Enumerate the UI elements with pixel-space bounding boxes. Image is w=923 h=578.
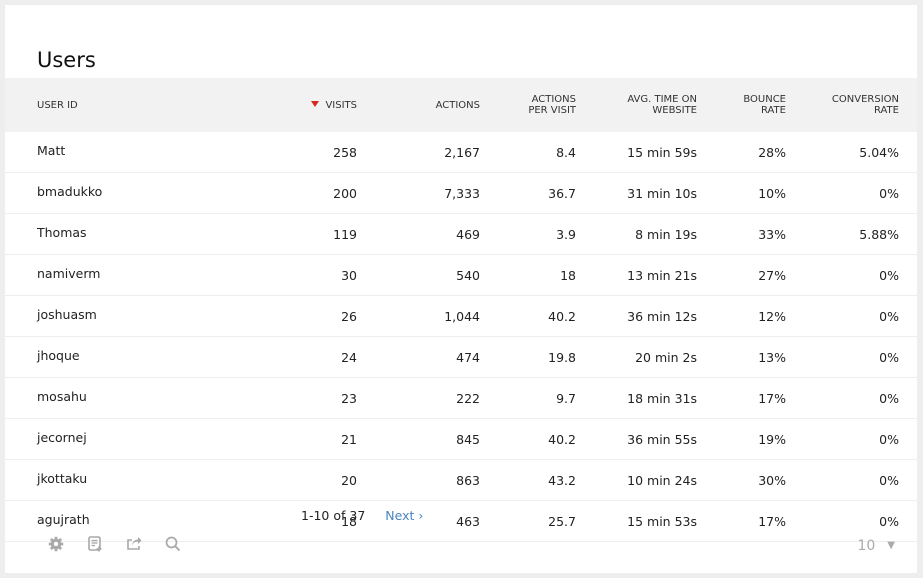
cell-actions-per-visit: 25.7 (480, 500, 576, 542)
cell-actions-per-visit: 8.4 (480, 132, 576, 173)
cell-bounce-rate: 33% (697, 213, 786, 255)
footer-toolbar (47, 535, 182, 553)
users-report-card: Users USER ID VISITS ACTIONS ACTIONS PER … (5, 5, 917, 573)
table-row[interactable]: joshuasm 26 1,044 40.2 36 min 12s 12% 0% (5, 295, 917, 337)
cell-actions-per-visit: 18 (480, 254, 576, 296)
cell-actions-per-visit: 36.7 (480, 172, 576, 214)
cell-visits: 119 (267, 213, 357, 255)
column-header-bounce-rate[interactable]: BOUNCE RATE (697, 78, 786, 132)
cell-avg-time: 18 min 31s (576, 377, 697, 419)
rows-per-page-value: 10 (857, 538, 876, 554)
cell-actions-per-visit: 40.2 (480, 295, 576, 337)
cell-actions: 7,333 (357, 172, 480, 214)
cell-conversion-rate: 0% (786, 172, 917, 214)
cell-conversion-rate: 5.04% (786, 132, 917, 173)
cell-avg-time: 8 min 19s (576, 213, 697, 255)
cell-conversion-rate: 0% (786, 295, 917, 337)
gear-icon[interactable] (47, 535, 65, 553)
cell-bounce-rate: 19% (697, 418, 786, 460)
cell-user-id[interactable]: jecornej (5, 418, 267, 460)
pagination: 1-10 of 37 Next › (301, 508, 423, 523)
cell-conversion-rate: 0% (786, 377, 917, 419)
cell-actions: 2,167 (357, 132, 480, 173)
share-icon[interactable] (125, 535, 143, 553)
cell-actions: 222 (357, 377, 480, 419)
column-header-user-id[interactable]: USER ID (5, 78, 267, 132)
cell-user-id[interactable]: jkottaku (5, 459, 267, 501)
table-row[interactable]: Thomas 119 469 3.9 8 min 19s 33% 5.88% (5, 213, 917, 255)
column-header-avg-time[interactable]: AVG. TIME ON WEBSITE (576, 78, 697, 132)
cell-user-id[interactable]: namiverm (5, 254, 267, 296)
table-row[interactable]: jhoque 24 474 19.8 20 min 2s 13% 0% (5, 336, 917, 378)
cell-avg-time: 13 min 21s (576, 254, 697, 296)
pagination-range: 1-10 of 37 (301, 508, 366, 523)
cell-actions-per-visit: 19.8 (480, 336, 576, 378)
cell-bounce-rate: 13% (697, 336, 786, 378)
cell-visits: 258 (267, 132, 357, 173)
cell-bounce-rate: 17% (697, 377, 786, 419)
cell-avg-time: 20 min 2s (576, 336, 697, 378)
cell-user-id[interactable]: Thomas (5, 213, 267, 255)
cell-actions-per-visit: 9.7 (480, 377, 576, 419)
cell-actions-per-visit: 43.2 (480, 459, 576, 501)
search-icon[interactable] (164, 535, 182, 553)
cell-actions: 863 (357, 459, 480, 501)
table-row[interactable]: namiverm 30 540 18 13 min 21s 27% 0% (5, 254, 917, 296)
cell-visits: 30 (267, 254, 357, 296)
table-row[interactable]: mosahu 23 222 9.7 18 min 31s 17% 0% (5, 377, 917, 419)
cell-bounce-rate: 28% (697, 132, 786, 173)
cell-user-id[interactable]: bmadukko (5, 172, 267, 214)
cell-actions: 1,044 (357, 295, 480, 337)
chevron-down-icon: ▼ (887, 540, 895, 551)
cell-conversion-rate: 0% (786, 500, 917, 542)
cell-actions-per-visit: 3.9 (480, 213, 576, 255)
cell-actions: 845 (357, 418, 480, 460)
cell-user-id[interactable]: mosahu (5, 377, 267, 419)
column-header-actions[interactable]: ACTIONS (357, 78, 480, 132)
cell-actions: 540 (357, 254, 480, 296)
table-row[interactable]: Matt 258 2,167 8.4 15 min 59s 28% 5.04% (5, 132, 917, 173)
column-header-conversion-rate[interactable]: CONVERSION RATE (786, 78, 917, 132)
cell-bounce-rate: 10% (697, 172, 786, 214)
users-table: USER ID VISITS ACTIONS ACTIONS PER VISIT … (5, 78, 917, 542)
column-header-actions-per-visit[interactable]: ACTIONS PER VISIT (480, 78, 576, 132)
cell-visits: 21 (267, 418, 357, 460)
cell-bounce-rate: 27% (697, 254, 786, 296)
cell-avg-time: 15 min 59s (576, 132, 697, 173)
cell-conversion-rate: 5.88% (786, 213, 917, 255)
cell-avg-time: 15 min 53s (576, 500, 697, 542)
cell-conversion-rate: 0% (786, 418, 917, 460)
cell-visits: 26 (267, 295, 357, 337)
cell-user-id[interactable]: Matt (5, 132, 267, 173)
cell-avg-time: 31 min 10s (576, 172, 697, 214)
cell-avg-time: 36 min 55s (576, 418, 697, 460)
cell-visits: 23 (267, 377, 357, 419)
report-title: Users (37, 48, 96, 73)
rows-per-page-select[interactable]: 10 ▼ (857, 538, 895, 554)
cell-actions-per-visit: 40.2 (480, 418, 576, 460)
cell-bounce-rate: 17% (697, 500, 786, 542)
table-row[interactable]: bmadukko 200 7,333 36.7 31 min 10s 10% 0% (5, 172, 917, 214)
sort-desc-icon (311, 100, 320, 107)
cell-conversion-rate: 0% (786, 336, 917, 378)
cell-visits: 20 (267, 459, 357, 501)
cell-actions: 469 (357, 213, 480, 255)
next-page-link[interactable]: Next › (385, 508, 423, 523)
cell-avg-time: 36 min 12s (576, 295, 697, 337)
export-report-icon[interactable] (86, 535, 104, 553)
cell-bounce-rate: 12% (697, 295, 786, 337)
cell-visits: 24 (267, 336, 357, 378)
cell-bounce-rate: 30% (697, 459, 786, 501)
column-header-visits[interactable]: VISITS (267, 78, 357, 132)
cell-user-id[interactable]: joshuasm (5, 295, 267, 337)
cell-visits: 200 (267, 172, 357, 214)
cell-actions: 474 (357, 336, 480, 378)
table-header-row: USER ID VISITS ACTIONS ACTIONS PER VISIT … (5, 78, 917, 132)
table-row[interactable]: jkottaku 20 863 43.2 10 min 24s 30% 0% (5, 459, 917, 501)
cell-user-id[interactable]: jhoque (5, 336, 267, 378)
cell-conversion-rate: 0% (786, 254, 917, 296)
cell-conversion-rate: 0% (786, 459, 917, 501)
cell-avg-time: 10 min 24s (576, 459, 697, 501)
table-row[interactable]: jecornej 21 845 40.2 36 min 55s 19% 0% (5, 418, 917, 460)
